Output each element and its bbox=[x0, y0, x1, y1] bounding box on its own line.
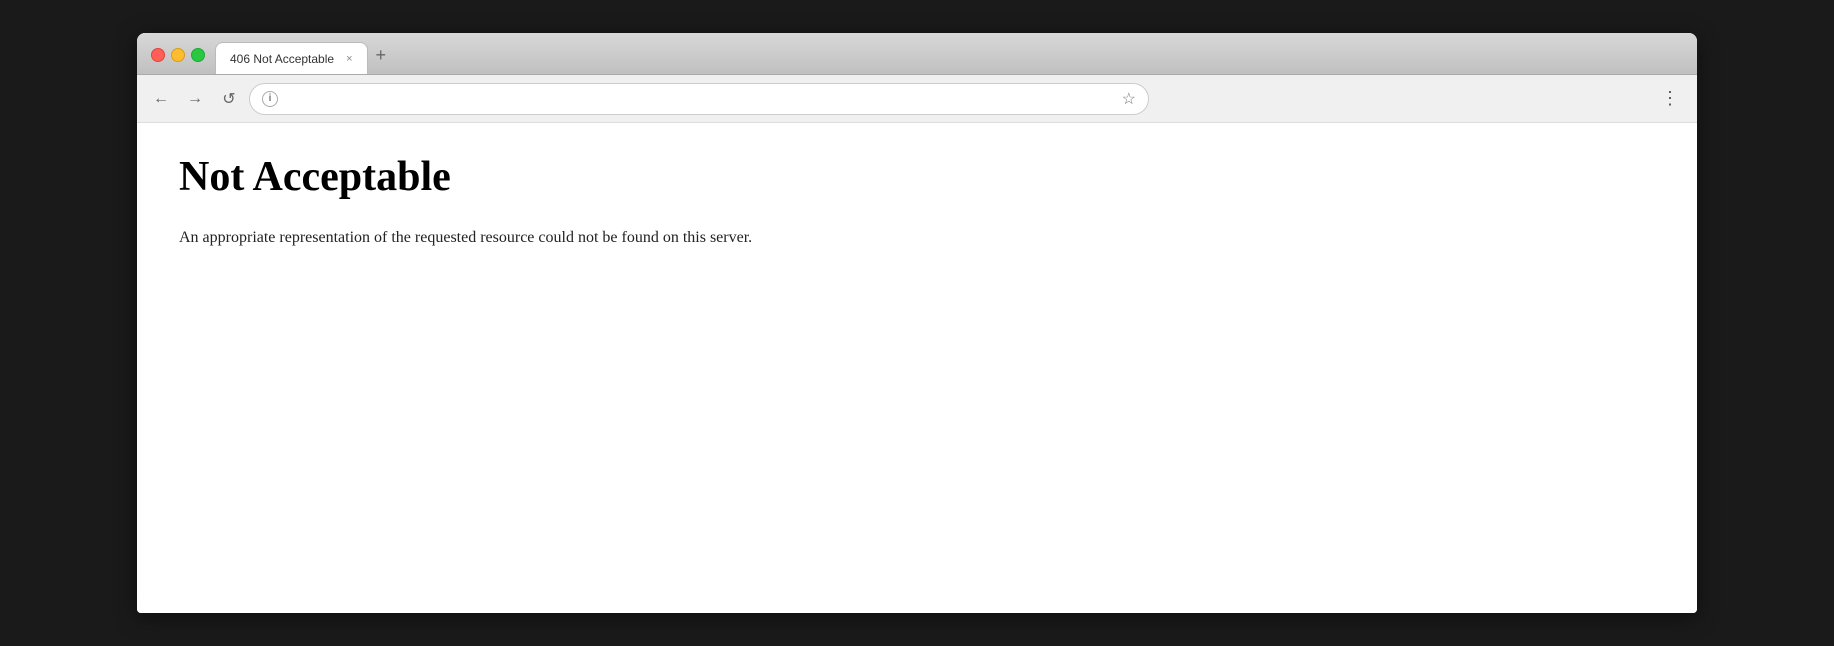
minimize-button[interactable] bbox=[171, 48, 185, 62]
site-info-icon[interactable]: i bbox=[262, 91, 278, 107]
new-tab-button[interactable]: + bbox=[368, 45, 395, 74]
active-tab[interactable]: 406 Not Acceptable × bbox=[215, 42, 368, 74]
traffic-lights bbox=[145, 48, 205, 74]
maximize-button[interactable] bbox=[191, 48, 205, 62]
forward-button[interactable]: → bbox=[181, 85, 209, 113]
close-button[interactable] bbox=[151, 48, 165, 62]
error-description: An appropriate representation of the req… bbox=[179, 225, 1655, 251]
url-bar[interactable]: i ☆ bbox=[249, 83, 1149, 115]
error-heading: Not Acceptable bbox=[179, 153, 1655, 201]
tab-label: 406 Not Acceptable bbox=[230, 52, 334, 66]
address-bar: ← → ↺ i ☆ ⋮ bbox=[137, 75, 1697, 123]
bookmark-icon[interactable]: ☆ bbox=[1122, 89, 1136, 109]
more-menu-button[interactable]: ⋮ bbox=[1653, 84, 1687, 113]
back-button[interactable]: ← bbox=[147, 85, 175, 113]
tab-close-button[interactable]: × bbox=[346, 53, 352, 65]
browser-window: 406 Not Acceptable × + ← → ↺ i ☆ ⋮ Not A… bbox=[137, 33, 1697, 613]
title-bar: 406 Not Acceptable × + bbox=[137, 33, 1697, 75]
reload-button[interactable]: ↺ bbox=[215, 85, 243, 113]
page-content: Not Acceptable An appropriate representa… bbox=[137, 123, 1697, 613]
tab-bar: 406 Not Acceptable × + bbox=[215, 42, 1689, 74]
